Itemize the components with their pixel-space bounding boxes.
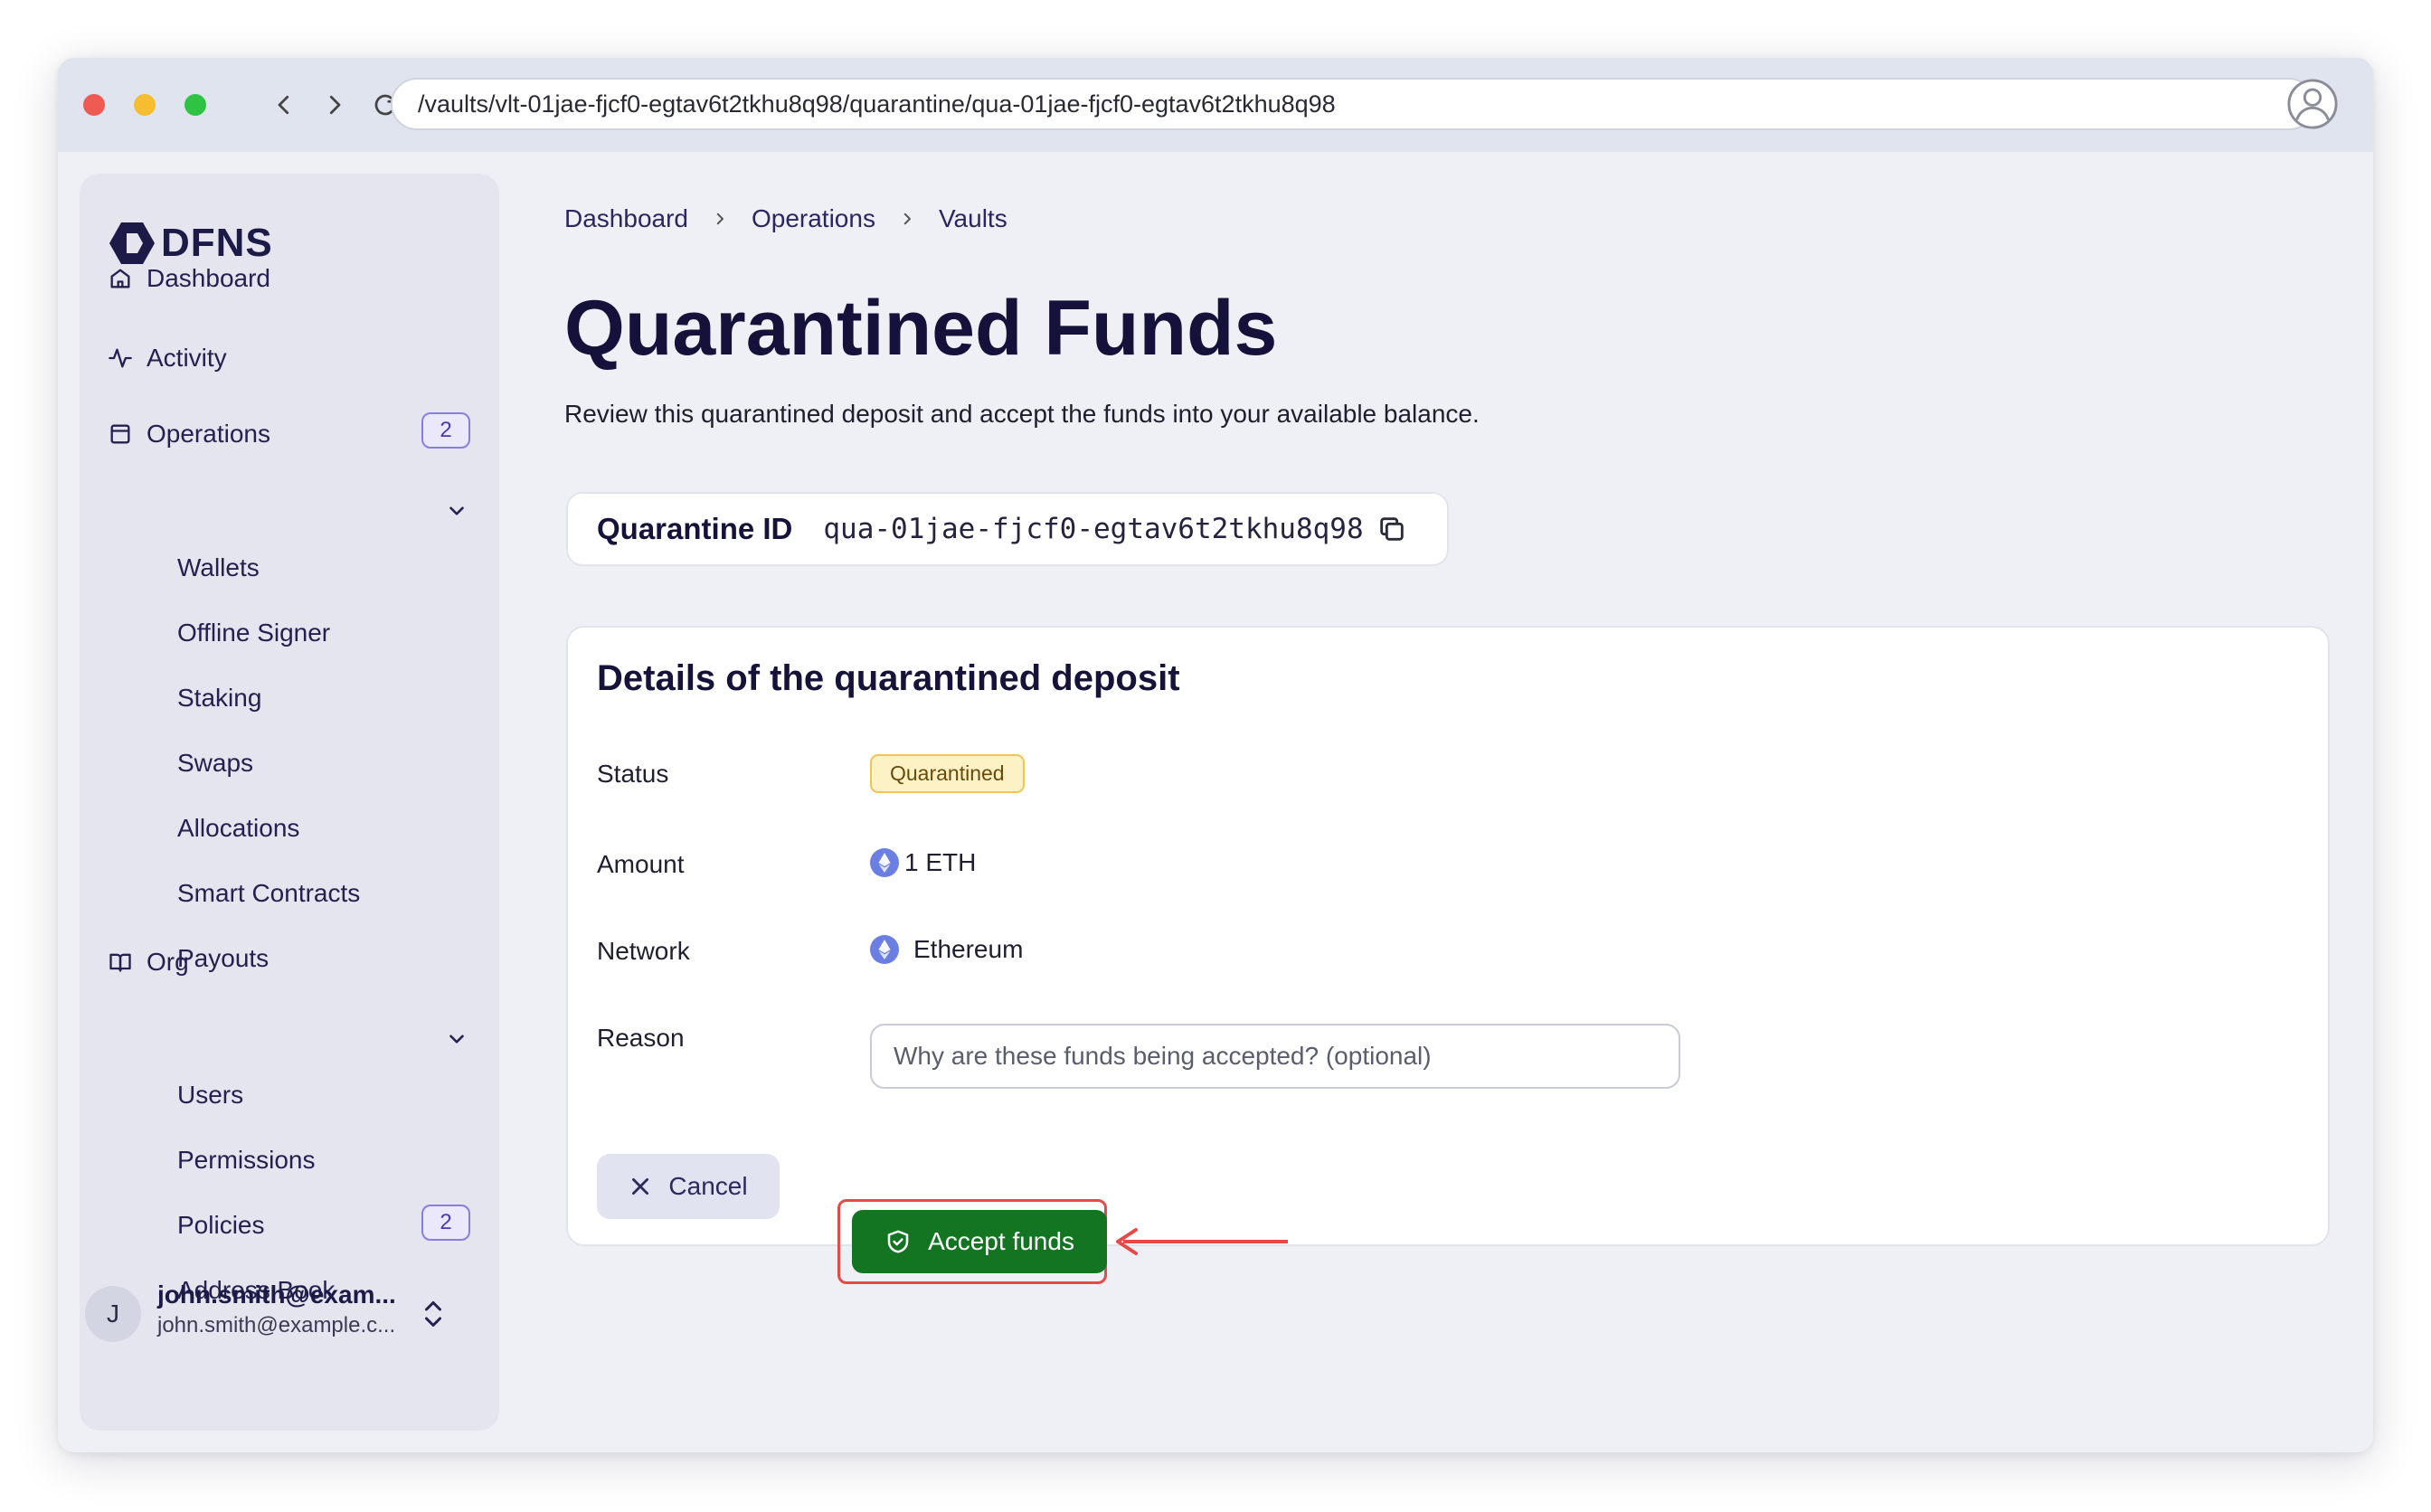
sidebar-item-wallets[interactable]: Wallets: [177, 553, 260, 582]
url-text: /vaults/vlt-01jae-fjcf0-egtav6t2tkhu8q98…: [418, 90, 1336, 118]
avatar: J: [85, 1286, 141, 1342]
breadcrumb-dashboard[interactable]: Dashboard: [564, 204, 688, 233]
chevron-down-icon[interactable]: [445, 1027, 468, 1051]
chevron-down-icon[interactable]: [445, 499, 468, 523]
deposit-details-card: Details of the quarantined deposit Statu…: [566, 626, 2330, 1246]
quarantine-id-card: Quarantine ID qua-01jae-fjcf0-egtav6t2tk…: [566, 492, 1449, 566]
back-icon[interactable]: [264, 85, 304, 125]
sidebar-item-policies[interactable]: Policies: [177, 1211, 264, 1240]
close-icon: [632, 1178, 649, 1195]
sidebar-item-dashboard[interactable]: Dashboard: [107, 264, 270, 293]
quarantine-id-value: qua-01jae-fjcf0-egtav6t2tkhu8q98: [823, 513, 1364, 545]
breadcrumb: Dashboard Operations Vaults: [564, 204, 1007, 233]
home-icon: [107, 265, 134, 292]
sidebar-item-allocations[interactable]: Allocations: [177, 814, 299, 843]
amount-label: Amount: [597, 850, 685, 878]
page-subtitle: Review this quarantined deposit and acce…: [564, 400, 1480, 428]
reason-label: Reason: [597, 1024, 685, 1052]
copy-icon[interactable]: [1376, 514, 1407, 544]
brand-logo[interactable]: DFNS: [109, 221, 273, 266]
profile-icon[interactable]: [2286, 78, 2339, 130]
chevron-right-icon: [903, 213, 911, 225]
minimize-window-button[interactable]: [134, 94, 156, 116]
status-badge: Quarantined: [870, 754, 1025, 793]
dfns-logo-icon: [109, 222, 155, 264]
chevron-up-down-icon[interactable]: [420, 1297, 447, 1331]
operations-icon: [107, 421, 134, 448]
accept-funds-button[interactable]: Accept funds: [852, 1210, 1107, 1273]
book-icon: [107, 949, 134, 976]
network-text: Ethereum: [913, 935, 1024, 963]
ethereum-icon: [870, 848, 899, 877]
shield-check-icon: [887, 1230, 909, 1253]
cancel-label: Cancel: [668, 1172, 748, 1200]
forward-icon[interactable]: [315, 85, 355, 125]
sidebar-item-label: Activity: [147, 344, 227, 372]
sidebar-item-operations[interactable]: Operations: [107, 420, 270, 449]
sidebar-item-smart-contracts[interactable]: Smart Contracts: [177, 879, 360, 908]
maximize-window-button[interactable]: [184, 94, 206, 116]
sidebar-item-label: Dashboard: [147, 264, 270, 292]
activity-count-badge: 2: [421, 412, 470, 449]
network-value: Ethereum: [870, 935, 1023, 964]
sidebar-item-org[interactable]: Org: [107, 948, 189, 977]
accept-label: Accept funds: [928, 1227, 1074, 1255]
sidebar-item-users[interactable]: Users: [177, 1081, 243, 1110]
close-window-button[interactable]: [83, 94, 105, 116]
browser-titlebar: /vaults/vlt-01jae-fjcf0-egtav6t2tkhu8q98…: [58, 58, 2373, 152]
brand-name: DFNS: [161, 221, 273, 265]
user-name: john.smith@exam...: [157, 1280, 396, 1309]
amount-value: 1 ETH: [870, 848, 976, 877]
amount-text: 1 ETH: [904, 848, 977, 876]
network-label: Network: [597, 937, 690, 965]
sidebar-item-label: Org: [147, 948, 189, 976]
chevron-right-icon: [716, 213, 724, 225]
quarantine-id-label: Quarantine ID: [597, 512, 793, 545]
annotation-arrow-icon: [1116, 1228, 1288, 1255]
status-value: Quarantined: [870, 754, 1025, 793]
page-title: Quarantined Funds: [564, 285, 1278, 372]
sidebar-item-swaps[interactable]: Swaps: [177, 749, 253, 778]
breadcrumb-operations[interactable]: Operations: [752, 204, 875, 233]
sidebar-item-permissions[interactable]: Permissions: [177, 1146, 315, 1175]
policies-count-badge: 2: [421, 1205, 470, 1241]
browser-window: /vaults/vlt-01jae-fjcf0-egtav6t2tkhu8q98…: [58, 58, 2373, 1452]
details-title: Details of the quarantined deposit: [597, 658, 1180, 698]
activity-icon: [107, 345, 134, 372]
breadcrumb-vaults[interactable]: Vaults: [939, 204, 1007, 233]
url-bar[interactable]: /vaults/vlt-01jae-fjcf0-egtav6t2tkhu8q98…: [391, 78, 2315, 130]
status-label: Status: [597, 760, 669, 788]
sidebar-item-payouts[interactable]: Payouts: [177, 944, 269, 973]
cancel-button[interactable]: Cancel: [597, 1154, 780, 1219]
sidebar-item-offline-signer[interactable]: Offline Signer: [177, 619, 330, 647]
sidebar-item-activity[interactable]: Activity: [107, 344, 227, 373]
user-email: john.smith@example.c...: [157, 1313, 396, 1337]
sidebar-item-label: Operations: [147, 420, 270, 448]
reason-input[interactable]: [870, 1024, 1680, 1089]
sidebar-item-staking[interactable]: Staking: [177, 684, 261, 713]
sidebar: DFNS Dashboard Activity 2 Operations Wal…: [80, 174, 499, 1431]
ethereum-icon: [870, 935, 899, 964]
